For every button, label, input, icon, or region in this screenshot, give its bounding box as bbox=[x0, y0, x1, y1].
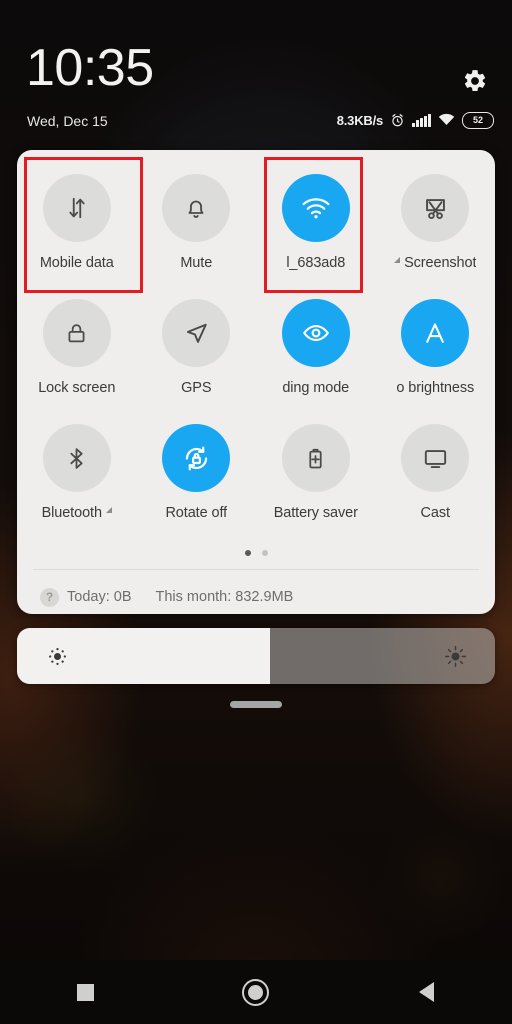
data-usage-today: Today: 0B bbox=[67, 589, 132, 605]
tile-auto-brightness[interactable]: o brightness bbox=[376, 283, 496, 408]
brightness-low-icon bbox=[49, 648, 66, 665]
clock: 10:35 bbox=[26, 39, 154, 97]
tile-lock-screen[interactable]: Lock screen bbox=[17, 283, 137, 408]
tile-icon-container bbox=[401, 424, 470, 492]
tile-label: o brightness bbox=[396, 380, 475, 396]
wifi-icon bbox=[302, 198, 330, 219]
tile-label: Cast bbox=[420, 505, 450, 521]
divider bbox=[33, 569, 479, 570]
tile-icon-container bbox=[42, 424, 111, 492]
rotation-lock-icon bbox=[185, 446, 207, 470]
brightness-slider[interactable] bbox=[17, 628, 495, 684]
signal-bars-icon bbox=[412, 113, 431, 127]
tile-wifi[interactable]: l_683ad8 bbox=[256, 158, 376, 283]
tile-bluetooth[interactable]: Bluetooth bbox=[17, 408, 137, 533]
tile-icon-container bbox=[162, 174, 231, 242]
eye-icon bbox=[302, 324, 329, 342]
tile-icon-container bbox=[162, 424, 231, 492]
expand-triangle-icon bbox=[394, 256, 401, 263]
tile-label: Battery saver bbox=[273, 505, 358, 521]
brightness-high-icon bbox=[445, 646, 466, 667]
wifi-icon bbox=[438, 113, 455, 126]
tile-label: l_683ad8 bbox=[286, 255, 346, 271]
tile-rotate-off[interactable]: Rotate off bbox=[137, 408, 257, 533]
tile-label: Rotate off bbox=[165, 505, 228, 521]
bluetooth-icon bbox=[70, 447, 83, 469]
tile-label-row: Bluetooth bbox=[17, 492, 136, 521]
recents-square-icon[interactable] bbox=[55, 970, 115, 1014]
alarm-icon bbox=[392, 113, 403, 126]
tile-icon-container bbox=[42, 174, 111, 242]
tile-label: Lock screen bbox=[38, 380, 116, 396]
question-mark-icon[interactable]: ? bbox=[40, 587, 59, 607]
tile-icon-container bbox=[162, 299, 231, 367]
auto-brightness-icon bbox=[426, 323, 445, 343]
tile-mobile-data[interactable]: Mobile data bbox=[17, 158, 137, 283]
scissors-icon bbox=[425, 198, 445, 219]
gear-icon-glyph bbox=[464, 70, 486, 92]
page-dot-1[interactable] bbox=[244, 550, 251, 556]
network-speed-label: 8.3KB/s bbox=[336, 112, 384, 128]
tile-screenshot[interactable]: Screenshot bbox=[376, 158, 496, 283]
home-circle-icon[interactable] bbox=[226, 970, 286, 1014]
tile-icon-container bbox=[401, 299, 470, 367]
tile-icon-container bbox=[42, 299, 111, 367]
tile-icon-container bbox=[401, 174, 470, 242]
tile-label: Mobile data bbox=[39, 255, 114, 271]
tile-battery-saver[interactable]: Battery saver bbox=[256, 408, 376, 533]
tile-icon-container bbox=[281, 424, 350, 492]
tile-icon-container bbox=[281, 174, 350, 242]
tile-label: Bluetooth bbox=[41, 505, 102, 521]
status-header: 10:35 Wed, Dec 15 8.3KB/s 52 bbox=[0, 0, 512, 150]
monitor-icon bbox=[424, 449, 446, 468]
quick-settings-tiles-grid: Mobile data Mute l_683ad8 Screenshot Loc… bbox=[17, 158, 495, 533]
panel-drag-handle[interactable] bbox=[230, 701, 282, 708]
tile-icon-container bbox=[281, 299, 350, 367]
padlock-icon bbox=[68, 323, 85, 342]
back-triangle-shape bbox=[419, 982, 435, 1002]
battery-icon: 52 bbox=[462, 111, 494, 129]
page-dot-2[interactable] bbox=[261, 550, 268, 556]
navigation-arrow-icon bbox=[186, 323, 207, 343]
navigation-bar bbox=[0, 960, 512, 1024]
data-usage-month: This month: 832.9MB bbox=[155, 589, 294, 605]
mobile-data-icon bbox=[69, 197, 85, 219]
tile-label: Mute bbox=[180, 255, 213, 271]
battery-percent-label: 52 bbox=[472, 115, 483, 125]
page-indicator-dots[interactable] bbox=[17, 550, 495, 556]
tile-label: GPS bbox=[181, 380, 212, 396]
tile-cast[interactable]: Cast bbox=[376, 408, 496, 533]
gear-icon[interactable] bbox=[462, 68, 488, 94]
expand-triangle-icon bbox=[105, 506, 112, 513]
tile-gps[interactable]: GPS bbox=[137, 283, 257, 408]
recents-square-shape bbox=[76, 983, 94, 1001]
tile-label: Screenshot bbox=[404, 255, 477, 271]
status-icons: 8.3KB/s 52 bbox=[337, 110, 494, 130]
bell-icon bbox=[188, 200, 204, 218]
battery-plus-icon bbox=[309, 448, 322, 468]
data-usage-row[interactable]: ? Today: 0B This month: 832.9MB bbox=[40, 582, 293, 612]
home-circle-shape bbox=[242, 978, 270, 1006]
tile-reading-mode[interactable]: ding mode bbox=[256, 283, 376, 408]
tile-mute[interactable]: Mute bbox=[137, 158, 257, 283]
back-triangle-icon[interactable] bbox=[397, 970, 457, 1014]
tile-label-row: Screenshot bbox=[376, 242, 495, 271]
date-label: Wed, Dec 15 bbox=[27, 113, 108, 129]
quick-settings-panel: Mobile data Mute l_683ad8 Screenshot Loc… bbox=[17, 150, 495, 614]
tile-label: ding mode bbox=[282, 380, 350, 396]
